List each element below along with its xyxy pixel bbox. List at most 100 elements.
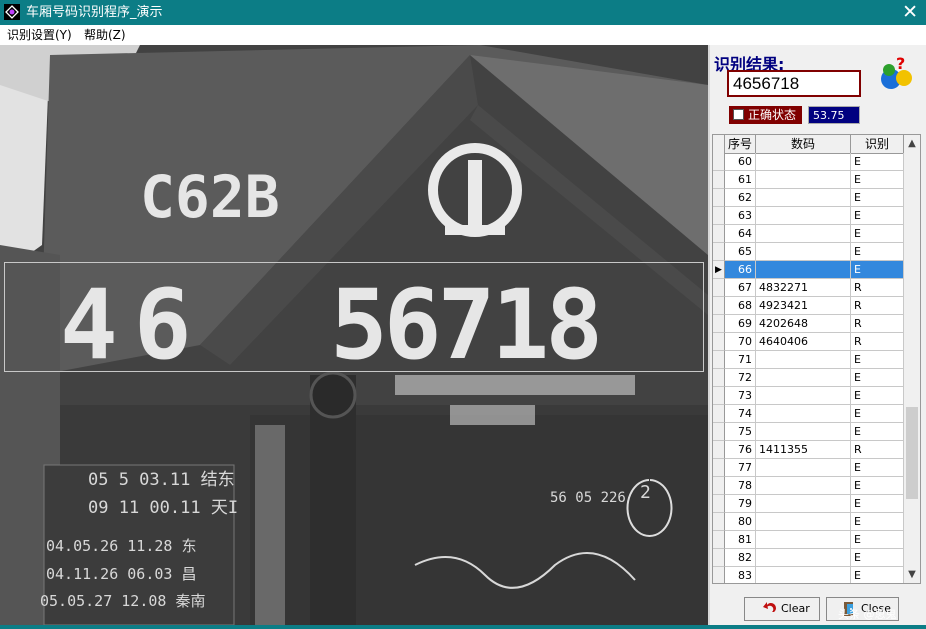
table-row[interactable]: 83 E [713,567,904,583]
row-code[interactable] [756,513,851,531]
row-code[interactable] [756,207,851,225]
row-flag[interactable]: R [851,441,904,459]
table-row[interactable]: 60 E [713,153,904,171]
row-indicator[interactable] [713,459,725,477]
row-code[interactable] [756,567,851,583]
row-indicator[interactable] [713,279,725,297]
status-toggle[interactable]: 正确状态 [729,106,802,124]
column-header-flag[interactable]: 识别 [851,135,904,153]
row-flag[interactable]: E [851,243,904,261]
table-row[interactable]: 82 E [713,549,904,567]
row-flag[interactable]: E [851,387,904,405]
row-flag[interactable]: E [851,369,904,387]
row-indicator[interactable] [713,531,725,549]
table-row[interactable]: 77 E [713,459,904,477]
menu-recognition-settings[interactable]: 识别设置(Y) [7,27,72,43]
table-row[interactable]: 74 E [713,405,904,423]
row-flag[interactable]: E [851,531,904,549]
row-number[interactable]: 63 [725,207,756,225]
row-number[interactable]: 71 [725,351,756,369]
row-indicator[interactable] [713,351,725,369]
row-code[interactable] [756,189,851,207]
table-row[interactable]: 76 1411355 R [713,441,904,459]
menu-help[interactable]: 帮助(Z) [84,27,126,43]
row-indicator[interactable] [713,423,725,441]
row-indicator[interactable] [713,441,725,459]
table-row[interactable]: 68 4923421 R [713,297,904,315]
row-flag[interactable]: E [851,189,904,207]
row-flag[interactable]: R [851,333,904,351]
row-code[interactable]: 4640406 [756,333,851,351]
row-flag[interactable]: E [851,567,904,583]
row-indicator[interactable] [713,495,725,513]
row-flag[interactable]: E [851,225,904,243]
help-question-icon[interactable]: ? [880,54,914,92]
row-flag[interactable]: E [851,207,904,225]
row-number[interactable]: 83 [725,567,756,583]
table-row[interactable]: 75 E [713,423,904,441]
table-row[interactable]: 62 E [713,189,904,207]
grid-scrollbar[interactable]: ▲ ▼ [904,135,920,583]
row-code[interactable] [756,171,851,189]
table-row[interactable]: 78 E [713,477,904,495]
row-flag[interactable]: E [851,495,904,513]
row-number[interactable]: 66 [725,261,756,279]
row-number[interactable]: 74 [725,405,756,423]
row-code[interactable] [756,261,851,279]
row-flag[interactable]: E [851,459,904,477]
row-code[interactable]: 4202648 [756,315,851,333]
row-code[interactable] [756,495,851,513]
row-number[interactable]: 64 [725,225,756,243]
row-number[interactable]: 79 [725,495,756,513]
row-indicator[interactable] [713,189,725,207]
row-number[interactable]: 75 [725,423,756,441]
row-number[interactable]: 70 [725,333,756,351]
row-code[interactable] [756,405,851,423]
row-code[interactable] [756,477,851,495]
row-indicator[interactable] [713,153,725,171]
table-row[interactable]: 72 E [713,369,904,387]
row-flag[interactable]: E [851,405,904,423]
table-row[interactable]: 80 E [713,513,904,531]
row-indicator[interactable] [713,315,725,333]
table-row[interactable]: 81 E [713,531,904,549]
row-code[interactable] [756,369,851,387]
result-grid[interactable]: 序号 数码 识别 60 E 61 E 62 E 63 E 64 E 65 E ▶ 66 E 67 4832271… [712,134,921,584]
row-number[interactable]: 69 [725,315,756,333]
recognition-region[interactable] [4,262,704,372]
row-code[interactable] [756,531,851,549]
row-code[interactable] [756,549,851,567]
row-number[interactable]: 73 [725,387,756,405]
row-indicator[interactable] [713,207,725,225]
row-code[interactable] [756,225,851,243]
row-number[interactable]: 60 [725,153,756,171]
status-checkbox[interactable] [733,109,744,120]
table-row[interactable]: 61 E [713,171,904,189]
row-indicator[interactable] [713,225,725,243]
row-number[interactable]: 62 [725,189,756,207]
clear-button[interactable]: Clear [744,597,820,621]
row-flag[interactable]: E [851,549,904,567]
row-flag[interactable]: R [851,279,904,297]
table-row[interactable]: ▶ 66 E [713,261,904,279]
row-code[interactable] [756,351,851,369]
row-number[interactable]: 82 [725,549,756,567]
row-pointer-icon[interactable]: ▶ [713,261,725,279]
row-number[interactable]: 72 [725,369,756,387]
row-indicator[interactable] [713,567,725,583]
row-indicator[interactable] [713,243,725,261]
table-row[interactable]: 73 E [713,387,904,405]
row-flag[interactable]: E [851,261,904,279]
column-header-number[interactable]: 序号 [725,135,756,153]
row-indicator[interactable] [713,549,725,567]
column-header-code[interactable]: 数码 [756,135,851,153]
row-indicator[interactable] [713,297,725,315]
row-flag[interactable]: R [851,297,904,315]
scrollbar-thumb[interactable] [906,407,918,499]
row-code[interactable]: 1411355 [756,441,851,459]
row-code[interactable] [756,153,851,171]
row-code[interactable] [756,387,851,405]
row-number[interactable]: 77 [725,459,756,477]
table-row[interactable]: 70 4640406 R [713,333,904,351]
table-row[interactable]: 71 E [713,351,904,369]
